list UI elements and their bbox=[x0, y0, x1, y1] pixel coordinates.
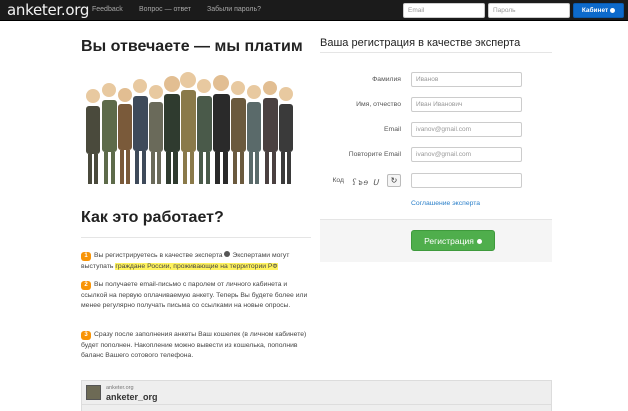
name-field[interactable]: Иван Иванович bbox=[411, 97, 522, 112]
step-highlight: граждане России, проживающие на территор… bbox=[115, 262, 278, 270]
lastname-field[interactable]: Иванов bbox=[411, 72, 522, 87]
nav-link-faq[interactable]: Вопрос — ответ bbox=[139, 6, 191, 13]
nav-link-forgot-password[interactable]: Забыли пароль? bbox=[207, 6, 261, 13]
code-label: Код bbox=[332, 177, 344, 184]
cabinet-button[interactable]: Кабинет bbox=[573, 3, 624, 18]
name-label: Имя, отчество bbox=[356, 101, 401, 108]
step-text: Вы получаете email-письмо с паролем от л… bbox=[81, 281, 308, 310]
divider bbox=[81, 237, 311, 238]
repeat-email-label: Повторите Email bbox=[348, 151, 401, 158]
widget-site: anketer.org bbox=[106, 385, 134, 391]
register-button-label: Регистрация bbox=[424, 236, 474, 246]
captcha-image: ʕ๖ɘ ᑌ bbox=[352, 178, 380, 187]
refresh-icon: ↻ bbox=[390, 176, 398, 185]
refresh-captcha-button[interactable]: ↻ bbox=[387, 174, 401, 187]
step-text: Сразу после заполнения анкеты Ваш кошеле… bbox=[81, 331, 307, 360]
agreement-link[interactable]: Соглашение эксперта bbox=[411, 200, 480, 207]
code-field[interactable] bbox=[411, 173, 522, 188]
divider bbox=[82, 404, 551, 405]
widget-account-name[interactable]: anketer_org bbox=[106, 392, 158, 402]
lastname-label: Фамилия bbox=[372, 76, 401, 83]
brand-logo[interactable]: anketer.org bbox=[7, 1, 89, 19]
login-password-input[interactable]: Пароль bbox=[488, 3, 570, 18]
cabinet-button-label: Кабинет bbox=[581, 7, 609, 14]
user-icon bbox=[610, 7, 616, 13]
user-icon bbox=[476, 239, 482, 245]
register-button[interactable]: Регистрация bbox=[411, 230, 495, 251]
step-number-badge: 2 bbox=[81, 281, 91, 290]
step-number-badge: 3 bbox=[81, 331, 91, 340]
nav-link-feedback[interactable]: Feedback bbox=[92, 6, 123, 13]
email-label: Email bbox=[384, 126, 401, 133]
divider bbox=[320, 52, 552, 53]
experts-illustration bbox=[86, 72, 293, 184]
step-1: 1 Вы регистрируетесь в качестве эксперта … bbox=[81, 251, 311, 272]
step-3: 3 Сразу после заполнения анкеты Ваш кошел… bbox=[81, 330, 311, 362]
registration-title: Ваша регистрация в качестве эксперта bbox=[320, 37, 521, 49]
people-group bbox=[86, 72, 293, 184]
email-field[interactable]: ivanov@gmail.com bbox=[411, 122, 522, 137]
avatar[interactable] bbox=[86, 385, 101, 400]
login-email-input[interactable]: Email bbox=[403, 3, 485, 18]
top-navbar: anketer.org Feedback Вопрос — ответ Забы… bbox=[0, 0, 628, 21]
page-title: Вы отвечаете — мы платим bbox=[81, 38, 303, 55]
step-number-badge: 1 bbox=[81, 252, 91, 261]
how-it-works-heading: Как это работает? bbox=[81, 209, 224, 226]
step-text: Вы регистрируетесь в качестве эксперта bbox=[94, 252, 225, 259]
repeat-email-field[interactable]: ivanov@gmail.com bbox=[411, 147, 522, 162]
step-2: 2 Вы получаете email-письмо с паролем от … bbox=[81, 280, 311, 312]
